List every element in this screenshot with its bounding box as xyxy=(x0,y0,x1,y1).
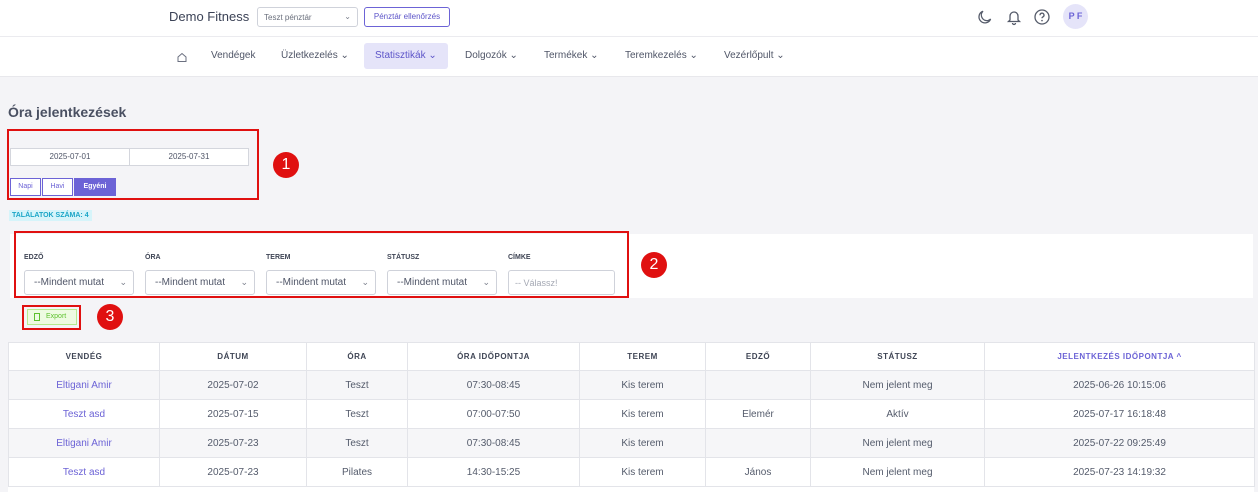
column-header-guest[interactable]: VENDÉG xyxy=(8,342,160,371)
guest-link[interactable]: Eltigani Amir xyxy=(8,428,160,458)
registrations-table: VENDÉG DÁTUM ÓRA ÓRA IDŐPONTJA TEREM EDZ… xyxy=(8,342,1255,492)
cell-class-time: 14:30-15:25 xyxy=(407,457,580,487)
column-header-room[interactable]: TEREM xyxy=(579,342,706,371)
chevron-down-icon: ⌄ xyxy=(509,50,518,61)
cell-date: 2025-07-23 xyxy=(159,428,307,458)
cell-room: Kis terem xyxy=(579,428,706,458)
guest-link[interactable]: Teszt asd xyxy=(8,399,160,429)
home-icon[interactable] xyxy=(176,51,188,63)
cell-class: Teszt xyxy=(306,370,408,400)
nav-item-dolgozok[interactable]: Dolgozók ⌄ xyxy=(454,43,529,69)
nav-item-uzletkezeles[interactable]: Üzletkezelés ⌄ xyxy=(270,43,360,69)
cell-date: 2025-07-23 xyxy=(159,457,307,487)
annotation-box-2 xyxy=(14,231,629,298)
annotation-number-3: 3 xyxy=(97,304,123,330)
annotation-number-2: 2 xyxy=(641,252,667,278)
column-header-registration-time[interactable]: JELENTKEZÉS IDŐPONTJA ^ xyxy=(984,342,1255,371)
nav-item-vendegek[interactable]: Vendégek xyxy=(200,43,267,69)
annotation-number-1: 1 xyxy=(273,152,299,178)
cell-room: Kis terem xyxy=(579,399,706,429)
table-row: Teszt asd 2025-07-23 Pilates 14:30-15:25… xyxy=(8,457,1255,487)
nav-item-termekek[interactable]: Termékek ⌄ xyxy=(533,43,610,69)
cell-trainer xyxy=(705,370,811,400)
top-bar: Demo Fitness Teszt pénztár ⌄ Pénztár ell… xyxy=(0,0,1258,37)
table-row: Eltigani Amir 2025-07-02 Teszt 07:30-08:… xyxy=(8,370,1255,400)
help-icon[interactable] xyxy=(1033,8,1051,26)
cell-registration-time: 2025-07-17 16:18:48 xyxy=(984,399,1255,429)
cell-date: 2025-07-15 xyxy=(159,399,307,429)
table-row: Teszt asd 2025-07-15 Teszt 07:00-07:50 K… xyxy=(8,399,1255,429)
page-title: Óra jelentkezések xyxy=(8,104,127,120)
column-header-trainer[interactable]: EDZŐ xyxy=(705,342,811,371)
nav-item-teremkezeles[interactable]: Teremkezelés ⌄ xyxy=(614,43,709,69)
guest-link[interactable]: Eltigani Amir xyxy=(8,370,160,400)
result-count-badge: TALÁLATOK SZÁMA: 4 xyxy=(9,210,92,221)
notification-bell-icon[interactable] xyxy=(1005,8,1023,26)
column-header-class-time[interactable]: ÓRA IDŐPONTJA xyxy=(407,342,580,371)
cell-status: Aktív xyxy=(810,399,985,429)
cell-date: 2025-07-02 xyxy=(159,370,307,400)
dark-mode-moon-icon[interactable] xyxy=(976,8,994,26)
sort-ascending-icon: ^ xyxy=(1176,352,1182,361)
cell-room: Kis terem xyxy=(579,370,706,400)
cell-trainer: János xyxy=(705,457,811,487)
column-header-class[interactable]: ÓRA xyxy=(306,342,408,371)
brand-name[interactable]: Demo Fitness xyxy=(169,9,249,24)
cell-room: Kis terem xyxy=(579,457,706,487)
cell-class-time: 07:30-08:45 xyxy=(407,428,580,458)
chevron-down-icon: ⌄ xyxy=(344,12,351,21)
cell-status: Nem jelent meg xyxy=(810,428,985,458)
column-header-date[interactable]: DÁTUM xyxy=(159,342,307,371)
avatar[interactable]: P F xyxy=(1063,4,1088,29)
cell-status: Nem jelent meg xyxy=(810,370,985,400)
register-select-value: Teszt pénztár xyxy=(264,13,312,22)
nav-item-statisztikak[interactable]: Statisztikák ⌄ xyxy=(364,43,448,69)
cell-class: Teszt xyxy=(306,399,408,429)
cell-registration-time: 2025-07-23 14:19:32 xyxy=(984,457,1255,487)
annotation-box-1 xyxy=(7,129,259,200)
cell-registration-time: 2025-06-26 10:15:06 xyxy=(984,370,1255,400)
chevron-down-icon: ⌄ xyxy=(428,50,437,61)
nav-item-vezerlopult[interactable]: Vezérlőpult ⌄ xyxy=(713,43,796,69)
annotation-box-3 xyxy=(22,305,81,330)
column-header-status[interactable]: STÁTUSZ xyxy=(810,342,985,371)
chevron-down-icon: ⌄ xyxy=(590,50,599,61)
cell-class-time: 07:30-08:45 xyxy=(407,370,580,400)
cell-trainer xyxy=(705,428,811,458)
cell-trainer: Elemér xyxy=(705,399,811,429)
table-row: Eltigani Amir 2025-07-23 Teszt 07:30-08:… xyxy=(8,428,1255,458)
table-header-row: VENDÉG DÁTUM ÓRA ÓRA IDŐPONTJA TEREM EDZ… xyxy=(8,342,1255,371)
guest-link[interactable]: Teszt asd xyxy=(8,457,160,487)
chevron-down-icon: ⌄ xyxy=(340,50,349,61)
cell-class-time: 07:00-07:50 xyxy=(407,399,580,429)
cell-class: Pilates xyxy=(306,457,408,487)
cell-class: Teszt xyxy=(306,428,408,458)
register-select[interactable]: Teszt pénztár ⌄ xyxy=(257,7,358,27)
register-check-button[interactable]: Pénztár ellenőrzés xyxy=(364,7,450,27)
chevron-down-icon: ⌄ xyxy=(689,50,698,61)
cell-status: Nem jelent meg xyxy=(810,457,985,487)
cell-registration-time: 2025-07-22 09:25:49 xyxy=(984,428,1255,458)
chevron-down-icon: ⌄ xyxy=(776,50,785,61)
